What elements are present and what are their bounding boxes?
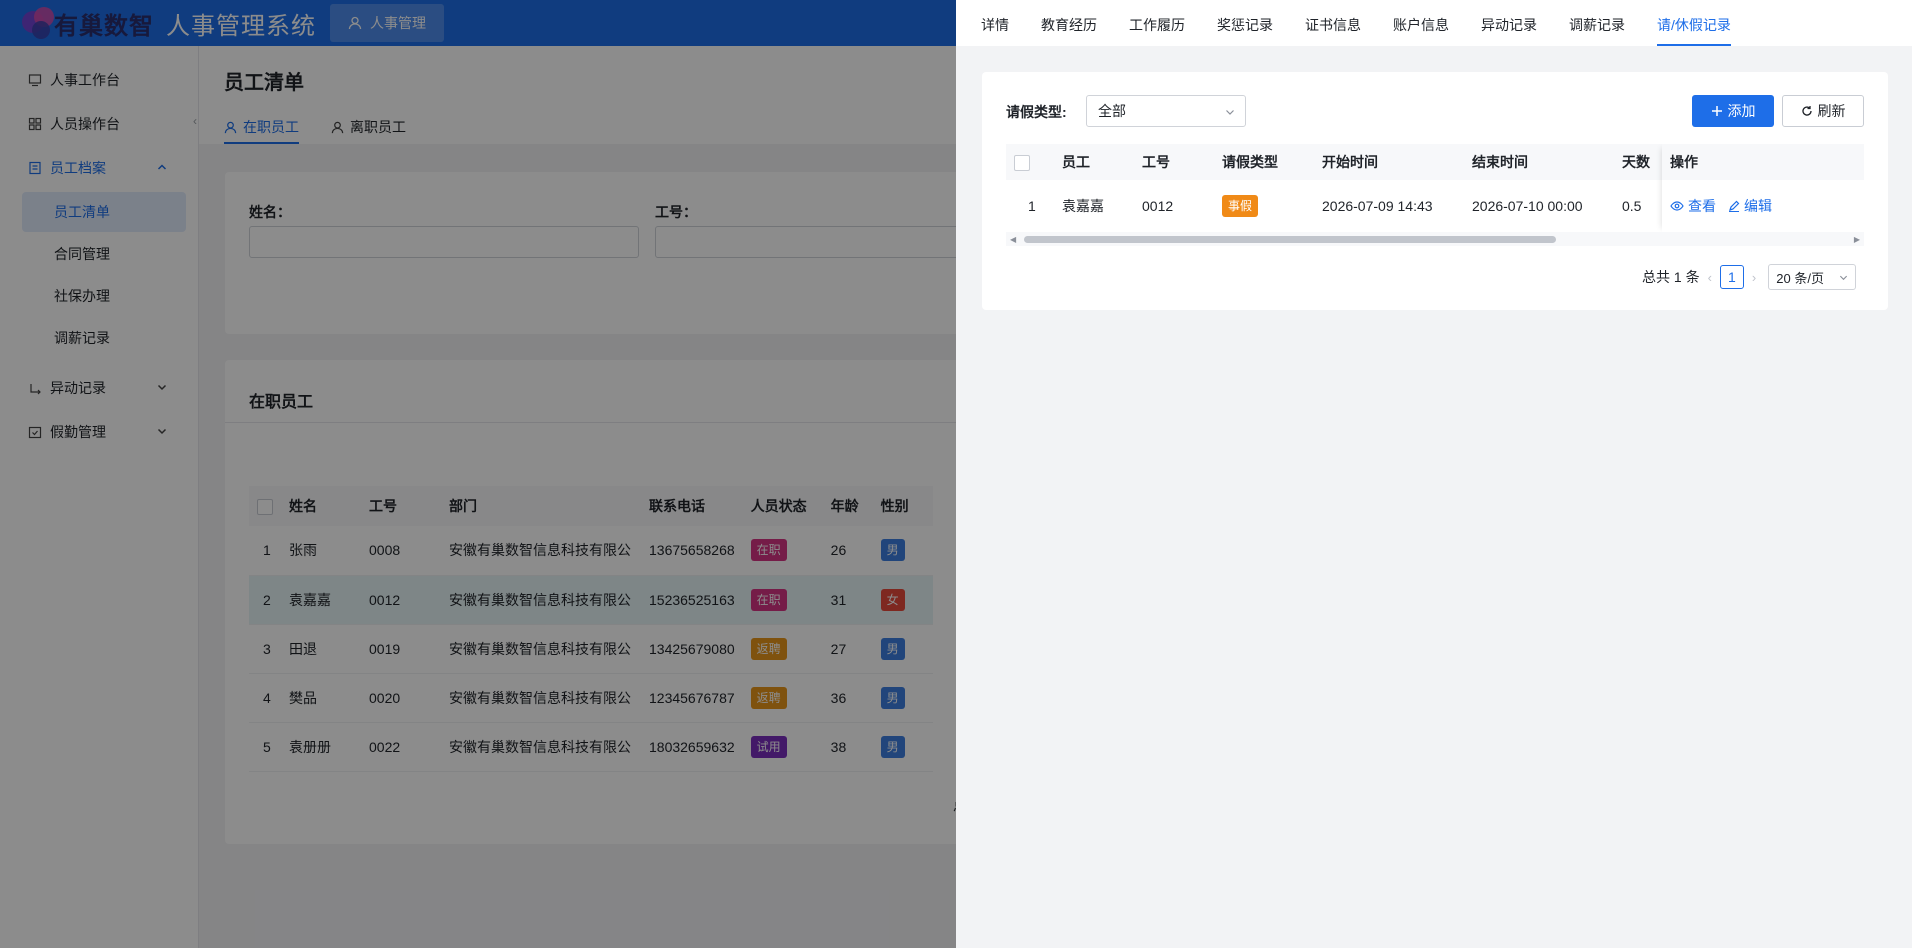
drawer-tab-4[interactable]: 证书信息 (1305, 0, 1361, 46)
drawer-tab-0[interactable]: 详情 (981, 0, 1009, 46)
drawer-tab-1[interactable]: 教育经历 (1041, 0, 1097, 46)
edit-icon (1729, 200, 1740, 212)
drawer-tabs: 详情 教育经历 工作履历 奖惩记录 证书信息 账户信息 异动记录 调薪记录 请/休假记录 (956, 0, 1912, 46)
employee-detail-drawer: 详情 教育经历 工作履历 奖惩记录 证书信息 账户信息 异动记录 调薪记录 请/休假记录 请假类… (956, 0, 1912, 948)
drawer-tab-6[interactable]: 异动记录 (1481, 0, 1537, 46)
leave-table: 员工 工号 请假类型 开始时间 结束时间 天数 1 袁嘉嘉 0012 事假 20 (1006, 144, 1674, 233)
scroll-right-icon[interactable]: ▶ (1854, 235, 1860, 244)
select-all-checkbox[interactable] (1014, 154, 1030, 171)
view-label: 查看 (1688, 198, 1716, 214)
add-label: 添加 (1727, 103, 1756, 119)
drawer-tab-7[interactable]: 调薪记录 (1569, 0, 1625, 46)
page-size-select[interactable]: 20 条/页 (1768, 264, 1857, 290)
col-header-id[interactable]: 工号 (1134, 144, 1214, 180)
cell-start-time: 2026-07-09 14:43 (1314, 180, 1464, 233)
col-header-end-time[interactable]: 结束时间 (1464, 144, 1614, 180)
leave-type-value: 全部 (1098, 103, 1126, 119)
refresh-button[interactable]: 刷新 (1782, 95, 1864, 127)
cell-id: 0012 (1134, 180, 1214, 233)
leave-type-label: 请假类型: (1006, 104, 1067, 120)
edit-label: 编辑 (1744, 198, 1772, 214)
chevron-down-icon (1226, 110, 1234, 115)
pagination: 总共 1 条 ‹ 1 › 20 条/页 (1642, 264, 1857, 290)
refresh-icon (1801, 106, 1812, 116)
table-row[interactable]: 1 袁嘉嘉 0012 事假 2026-07-09 14:43 2026-07-1… (1006, 180, 1674, 233)
drawer-tab-3[interactable]: 奖惩记录 (1217, 0, 1273, 46)
edit-link[interactable]: 编辑 (1728, 196, 1772, 216)
cell-leave-type: 事假 (1214, 180, 1314, 233)
next-page-icon[interactable]: › (1752, 270, 1756, 285)
leave-type-select[interactable]: 全部 (1086, 95, 1246, 127)
chevron-down-icon (1840, 275, 1848, 281)
prev-page-icon[interactable]: ‹ (1708, 270, 1712, 285)
add-leave-button[interactable]: 添加 (1692, 95, 1774, 127)
drawer-tab-5[interactable]: 账户信息 (1393, 0, 1449, 46)
cell-employee: 袁嘉嘉 (1054, 180, 1134, 233)
drawer-tab-2[interactable]: 工作履历 (1129, 0, 1185, 46)
page-size-value: 20 条/页 (1776, 270, 1824, 286)
leave-type-tag: 事假 (1222, 194, 1259, 217)
col-header-start-time[interactable]: 开始时间 (1314, 144, 1464, 180)
col-header-leave-type[interactable]: 请假类型 (1214, 144, 1314, 180)
col-header-employee[interactable]: 员工 (1054, 144, 1134, 180)
leave-records-card: 请假类型: 全部 添加 刷新 员工 工号 请假类型 开始时间 结束时间 天数 1… (982, 72, 1888, 310)
refresh-label: 刷新 (1817, 103, 1846, 119)
plus-icon (1711, 106, 1722, 116)
row-index: 1 (1006, 180, 1054, 233)
col-header-actions: 操作 (1662, 144, 1864, 180)
row-actions: 查看 编辑 (1662, 180, 1864, 232)
eye-icon (1670, 201, 1684, 211)
scroll-left-icon[interactable]: ◀ (1010, 235, 1016, 244)
cell-end-time: 2026-07-10 00:00 (1464, 180, 1614, 233)
horizontal-scrollbar[interactable]: ◀ ▶ (1006, 232, 1864, 246)
page-number-button[interactable]: 1 (1719, 265, 1744, 289)
leave-table-wrapper: 员工 工号 请假类型 开始时间 结束时间 天数 1 袁嘉嘉 0012 事假 20 (1006, 144, 1864, 248)
drawer-tab-8[interactable]: 请/休假记录 (1657, 0, 1731, 46)
view-link[interactable]: 查看 (1670, 196, 1716, 216)
fixed-actions-column: 操作 查看 编辑 (1662, 144, 1864, 232)
scrollbar-thumb[interactable] (1024, 236, 1556, 243)
pagination-total: 总共 1 条 (1642, 269, 1700, 285)
